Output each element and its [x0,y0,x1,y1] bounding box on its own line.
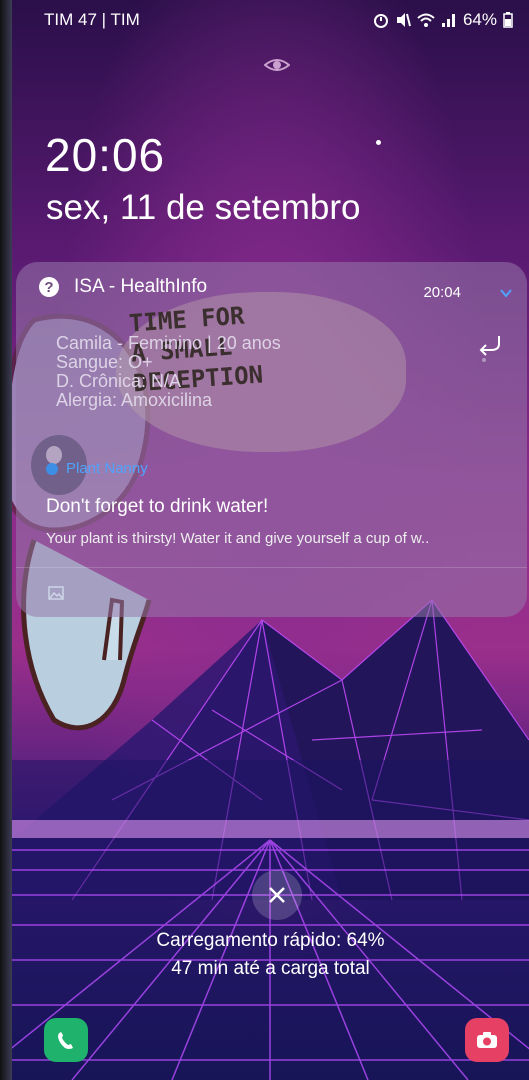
signal-icon [441,14,455,27]
mute-icon [396,13,411,27]
help-icon: ? [39,277,59,297]
plant-notification-title[interactable]: Don't forget to drink water! [46,496,268,518]
health-app-name: ISA - HealthInfo [74,276,208,297]
charging-status: Carregamento rápido: 64% [156,930,385,951]
battery-percent: 64% [462,10,497,29]
status-bar: TIM 47 | TIM 64% [12,0,529,40]
reply-icon[interactable] [477,334,503,356]
phone-shortcut-button[interactable] [44,1018,88,1062]
camera-icon [477,1032,497,1048]
carrier-label: TIM 47 | TIM [44,10,140,29]
lock-clock: 20:06 [45,129,166,181]
plant-app-icon [46,462,58,475]
health-info-line: D. Crônica: N/A [56,371,182,391]
charging-time-remaining: 47 min até a carga total [171,958,370,979]
wallpaper-grid [12,760,529,1080]
camera-shortcut-button[interactable] [465,1018,509,1062]
close-icon [269,887,285,903]
status-icons: 64% [373,10,513,30]
health-info-line: Sangue: O+ [56,352,153,372]
health-info-lines: Camila - Feminino | 20 anos Sangue: O+ D… [56,334,281,410]
health-notification-header[interactable]: ? ISA - HealthInfo [38,276,207,298]
close-button[interactable] [252,870,302,920]
lock-screen: TIM 47 | TIM 64% 20:06 sex, 11 de setemb… [12,0,529,1080]
star-decoration [376,140,381,145]
image-icon[interactable] [48,586,64,600]
plant-notification-body[interactable]: Your plant is thirsty! Water it and give… [46,530,429,547]
wifi-icon [417,13,435,27]
phone-icon [58,1032,73,1049]
phone-bezel [0,0,12,1080]
lock-date: sex, 11 de setembro [46,188,361,227]
plant-notification-header[interactable]: Plant Nanny [46,460,148,477]
health-info-line: Alergia: Amoxicilina [56,390,213,410]
alarm-icon [373,14,388,28]
health-notification-time: 20:04 [423,284,461,301]
svg-text:?: ? [44,279,53,296]
chevron-down-icon[interactable] [499,286,513,300]
notification-divider [16,567,527,568]
notification-card[interactable]: TIME FOR A SMALL DECEPTION ? ISA - Healt… [16,262,527,617]
battery-icon [503,12,513,28]
plant-app-name: Plant Nanny [66,460,148,477]
health-info-line: Camila - Feminino | 20 anos [56,333,281,353]
eye-icon[interactable] [264,52,290,78]
